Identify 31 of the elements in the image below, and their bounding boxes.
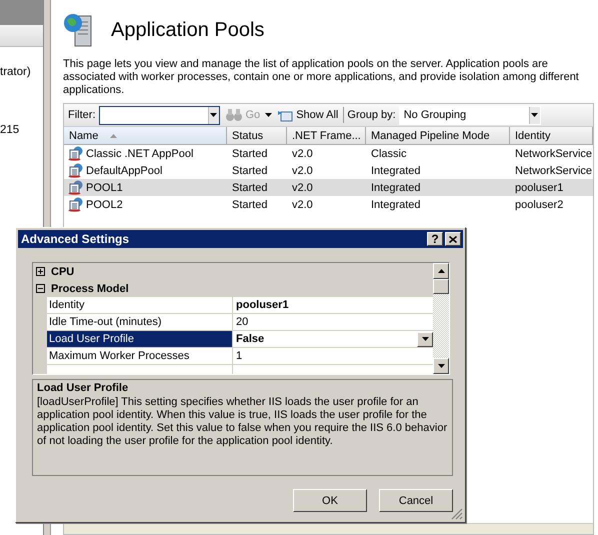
- filter-label: Filter:: [68, 109, 96, 121]
- table-cell: Integrated: [371, 198, 421, 210]
- table-cell: POOL1: [86, 182, 123, 194]
- table-cell: Classic: [371, 148, 406, 160]
- table-cell: v2.0: [292, 148, 313, 160]
- table-cell: pooluser1: [515, 182, 564, 194]
- table-cell: v2.0: [292, 198, 313, 210]
- table-cell: pooluser2: [515, 198, 564, 210]
- table-cell: Integrated: [371, 182, 421, 194]
- table-cell: POOL2: [86, 198, 123, 210]
- tree-item-text: 215: [0, 124, 20, 136]
- table-cell: NetworkService: [515, 164, 592, 176]
- description-title: Load User Profile: [37, 382, 130, 394]
- group-by-label: Group by:: [347, 109, 396, 121]
- table-cell: v2.0: [292, 164, 313, 176]
- dialog-title: Advanced Settings: [21, 232, 130, 246]
- table-cell: Started: [232, 198, 268, 210]
- category-label: Process Model: [51, 282, 129, 294]
- table-cell: Classic .NET AppPool: [86, 148, 194, 160]
- page-description: This page lets you view and manage the list of application pools on the server. Application pools are associated with worker processes, contain one or more applications, and provide isolation among different applications.: [63, 58, 580, 97]
- page-title: Application Pools: [111, 18, 264, 42]
- table-cell: Started: [232, 164, 268, 176]
- table-cell: Integrated: [371, 164, 421, 176]
- table-cell: NetworkService: [515, 148, 592, 160]
- table-cell: Started: [232, 182, 268, 194]
- table-cell: DefaultAppPool: [86, 164, 162, 176]
- table-cell: Started: [232, 148, 268, 160]
- description-text: [loadUserProfile] This setting specifies whether IIS loads the user profile for an application pool identity. When this value is true, IIS loads the user profile for the application pool identity. Set this value to false when you require the IIS 6.0 behavior of not loading the user profile for the application pool identity.: [37, 396, 448, 448]
- category-label: CPU: [51, 266, 74, 278]
- table-cell: v2.0: [292, 182, 313, 194]
- tree-item-text: trator): [0, 66, 31, 78]
